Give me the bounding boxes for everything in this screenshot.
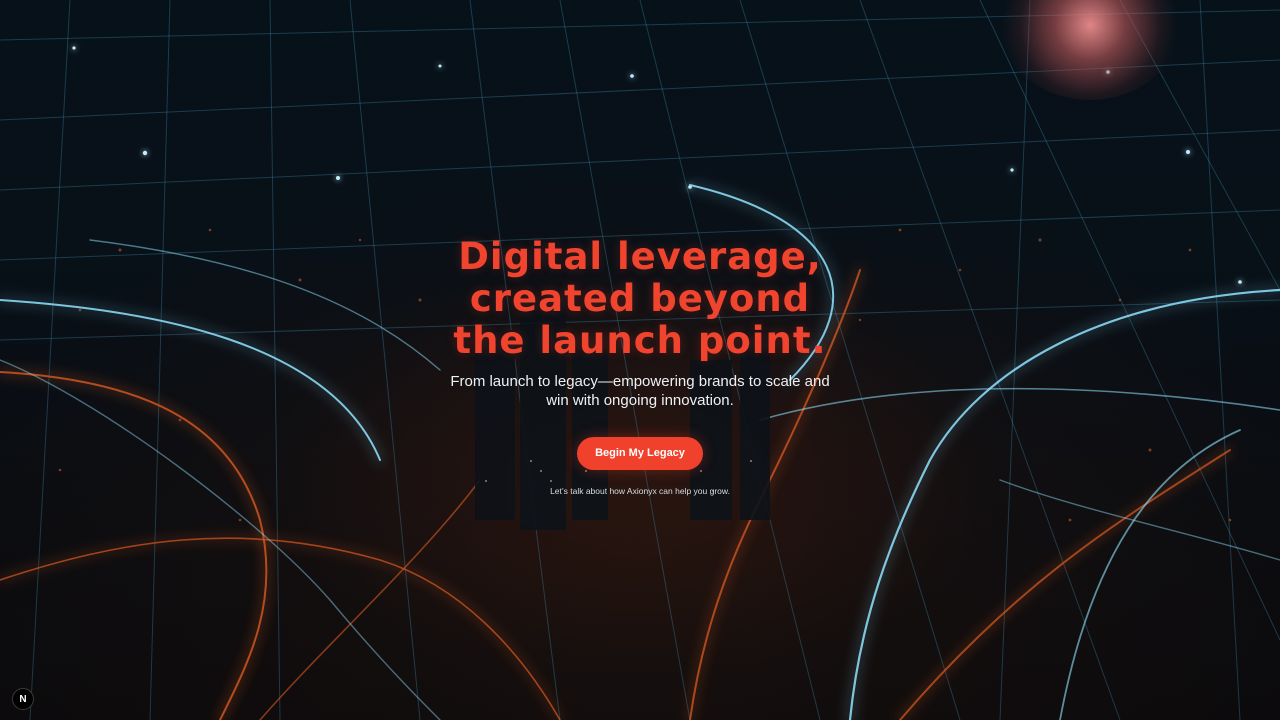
hero-headline: Digital leverage, created beyond the lau… — [453, 235, 827, 362]
nextjs-logo-icon[interactable]: N — [12, 688, 34, 710]
begin-my-legacy-button[interactable]: Begin My Legacy — [577, 437, 703, 470]
hero-caption: Let’s talk about how Axionyx can help yo… — [550, 486, 730, 496]
hero-subheadline: From launch to legacy—empowering brands … — [450, 373, 830, 409]
hero-content: Digital leverage, created beyond the lau… — [0, 235, 1280, 497]
hero-section: Digital leverage, created beyond the lau… — [0, 0, 1280, 720]
dev-badge-letter: N — [19, 693, 27, 705]
